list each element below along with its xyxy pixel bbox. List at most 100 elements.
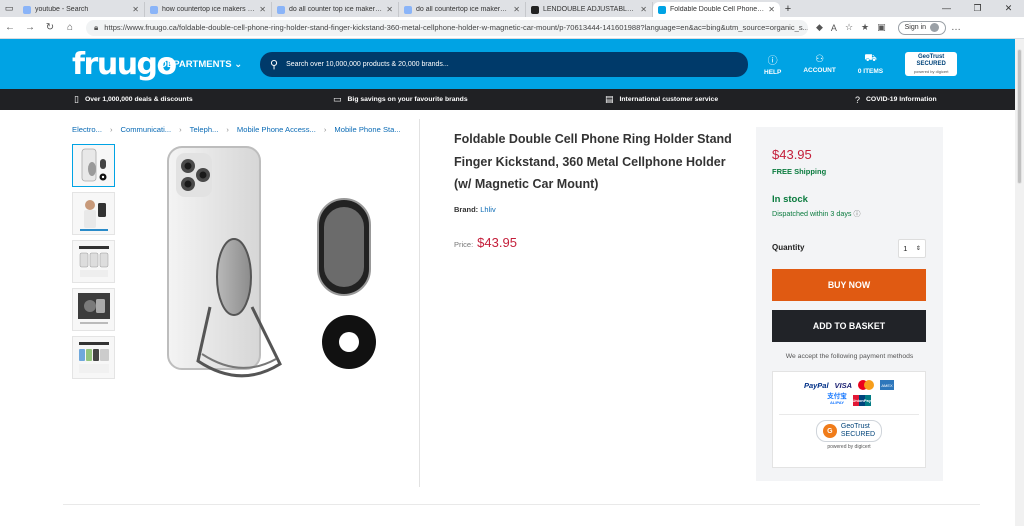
minimize-icon[interactable]: — xyxy=(931,0,962,17)
geotrust-seal[interactable]: G GeoTrust SECURED powered by digicert xyxy=(773,420,925,450)
fruugo-favicon-icon xyxy=(658,5,666,14)
shopping-icon[interactable]: ◆ xyxy=(816,22,823,33)
product-thumbnail[interactable] xyxy=(72,144,115,187)
departments-menu[interactable]: DEPARTMENTS ⌄ xyxy=(160,59,260,70)
payment-methods: PayPal VISA AMEX 支付宝 ALIPAY UnionPay G G… xyxy=(772,371,926,468)
browser-tab[interactable]: youtube - Search ✕ xyxy=(18,2,145,17)
mastercard-icon xyxy=(858,380,875,390)
product-thumbnail[interactable] xyxy=(72,288,115,331)
chevron-right-icon: › xyxy=(226,125,229,134)
maximize-icon[interactable]: ❐ xyxy=(962,0,993,17)
url-field[interactable]: 🔒︎ https://www.fruugo.ca/foldable-double… xyxy=(86,19,808,36)
brand-label: Brand: xyxy=(454,205,479,214)
brand-link[interactable]: Lhliv xyxy=(480,205,495,214)
divider xyxy=(779,414,919,415)
close-icon[interactable]: ✕ xyxy=(259,5,266,14)
tab-actions-icon[interactable]: ▭ xyxy=(0,0,18,17)
lock-icon: 🔒︎ xyxy=(94,22,99,32)
site-icon xyxy=(531,5,539,14)
close-icon[interactable]: ✕ xyxy=(768,5,775,14)
product-thumbnail[interactable] xyxy=(72,240,115,283)
browser-tab[interactable]: do all counter top ice makers use ✕ xyxy=(272,2,399,17)
breadcrumb-link[interactable]: Electro... xyxy=(72,125,102,134)
forward-icon[interactable]: → xyxy=(20,22,40,33)
quantity-select[interactable]: 1 ⇕ xyxy=(898,239,926,258)
close-icon[interactable]: ✕ xyxy=(640,5,647,14)
browser-toolbar-icons: ◆ A ☆ ★ ▣ xyxy=(816,22,886,33)
phone-ring-holder-image xyxy=(167,146,376,378)
bookmark-icon: ▯ xyxy=(74,94,79,104)
tab-title: youtube - Search xyxy=(35,6,89,13)
info-icon[interactable]: ⓘ xyxy=(854,211,861,218)
breadcrumb-link[interactable]: Communicati... xyxy=(121,125,172,134)
compatibility-thumbnail-image xyxy=(78,341,109,373)
lifestyle-thumbnail-image xyxy=(79,199,108,231)
close-icon[interactable]: ✕ xyxy=(132,5,139,14)
search-input[interactable]: ⚲ Search over 10,000,000 products & 20,0… xyxy=(260,51,748,77)
signin-button[interactable]: Sign in xyxy=(897,20,947,35)
close-icon[interactable]: ✕ xyxy=(513,5,520,14)
new-tab-icon[interactable]: + xyxy=(780,2,796,17)
promo-deals[interactable]: ▯ Over 1,000,000 deals & discounts xyxy=(74,94,333,105)
paypal-logo: PayPal xyxy=(803,380,829,390)
tab-title: Foldable Double Cell Phone Ring xyxy=(670,6,765,13)
home-icon[interactable]: ⌂ xyxy=(60,22,80,33)
browser-tab-active[interactable]: Foldable Double Cell Phone Ring ✕ xyxy=(653,2,780,17)
departments-label: DEPARTMENTS xyxy=(160,58,232,70)
product-thumbnail[interactable] xyxy=(72,192,115,235)
stock-status: In stock xyxy=(772,194,808,205)
browser-tab[interactable]: how countertop ice makers work ✕ xyxy=(145,2,272,17)
chevron-right-icon: › xyxy=(109,125,113,134)
geotrust-badge[interactable]: GeoTrust SECURED powered by digicert xyxy=(905,52,958,76)
read-aloud-icon[interactable]: A xyxy=(831,23,837,33)
help-button[interactable]: ⓘ HELP xyxy=(764,52,781,76)
chevron-down-icon: ⌄ xyxy=(234,58,243,70)
fruugo-logo[interactable]: fruugo xyxy=(72,47,177,82)
promo-bar: ▯ Over 1,000,000 deals & discounts ▭ Big… xyxy=(0,89,1015,110)
product-title: Foldable Double Cell Phone Ring Holder S… xyxy=(454,132,732,191)
basket-icon: ⛟ xyxy=(864,53,877,64)
alipay-logo: 支付宝 ALIPAY xyxy=(827,393,847,406)
address-bar-row: ← → ↻ ⌂ 🔒︎ https://www.fruugo.ca/foldabl… xyxy=(0,17,1024,39)
user-icon: ⚇ xyxy=(815,54,825,65)
card-icon: ▭ xyxy=(333,94,342,104)
geotrust-text: GeoTrust SECURED xyxy=(841,423,875,439)
account-button[interactable]: ⚇ ACCOUNT xyxy=(803,54,836,74)
breadcrumb-link[interactable]: Mobile Phone Access... xyxy=(237,125,316,134)
back-icon[interactable]: ← xyxy=(0,22,20,33)
favorites-icon[interactable]: ★ xyxy=(861,22,869,33)
features-thumbnail-image xyxy=(78,245,109,277)
help-label: HELP xyxy=(764,69,782,76)
more-icon[interactable]: … xyxy=(946,22,966,33)
search-icon: ⚲ xyxy=(270,58,279,71)
phone-ring-thumbnail-image xyxy=(81,148,106,181)
product-thumbnail[interactable] xyxy=(72,336,115,379)
browser-tab[interactable]: do all countertop ice makers use ✕ xyxy=(399,2,526,17)
collections-icon[interactable]: ▣ xyxy=(877,22,886,33)
promo-covid[interactable]: ? COVID-19 Information xyxy=(855,95,937,105)
visa-logo: VISA xyxy=(834,380,853,390)
geotrust-powered: powered by digicert xyxy=(913,68,949,74)
site-header: fruugo DEPARTMENTS ⌄ ⚲ Search over 10,00… xyxy=(0,39,1015,89)
promo-customer-service[interactable]: ▤ International customer service xyxy=(605,94,855,105)
page-scrollbar[interactable] xyxy=(1015,39,1024,526)
scrollbar-thumb[interactable] xyxy=(1017,49,1022,184)
account-label: ACCOUNT xyxy=(803,67,836,74)
buy-now-button[interactable]: BUY NOW xyxy=(772,269,926,301)
breadcrumb-link[interactable]: Teleph... xyxy=(190,125,219,134)
window-controls: — ❐ ✕ xyxy=(931,0,1024,17)
close-icon[interactable]: ✕ xyxy=(386,5,393,14)
breadcrumb-link[interactable]: Mobile Phone Sta... xyxy=(334,125,400,134)
profile-avatar-icon xyxy=(930,23,940,32)
basket-button[interactable]: ⛟ 0 ITEMS xyxy=(858,53,883,75)
promo-savings[interactable]: ▭ Big savings on your favourite brands xyxy=(333,94,605,105)
alipay-text: ALIPAY xyxy=(829,400,844,405)
main-product-image[interactable] xyxy=(140,139,400,384)
help-icon: ⓘ xyxy=(767,56,778,67)
browser-tab[interactable]: LENDOUBLE ADJUSTABLE RING ✕ xyxy=(526,2,653,17)
close-window-icon[interactable]: ✕ xyxy=(993,0,1024,17)
add-to-basket-button[interactable]: ADD TO BASKET xyxy=(772,310,926,342)
favorite-icon[interactable]: ☆ xyxy=(845,22,853,33)
refresh-icon[interactable]: ↻ xyxy=(40,22,60,33)
buybox-price: $43.95 xyxy=(772,147,812,162)
